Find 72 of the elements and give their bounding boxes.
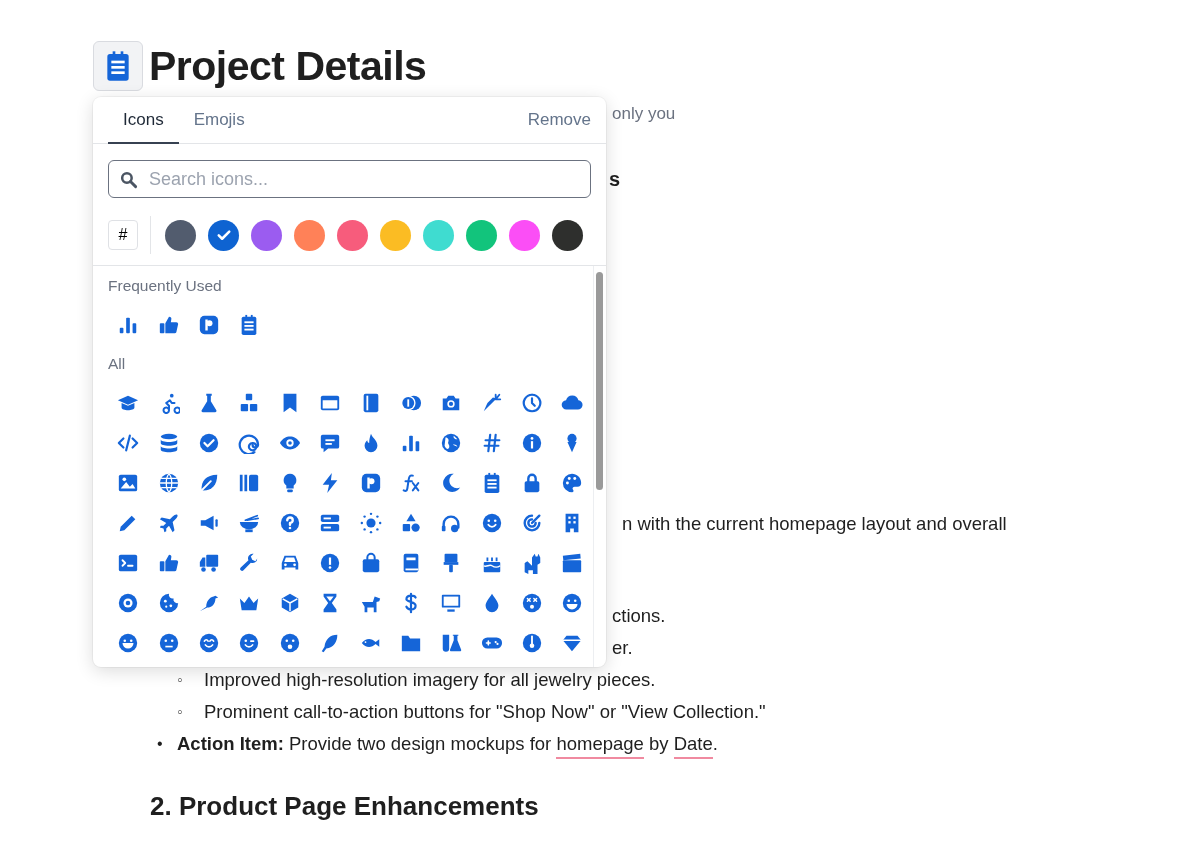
color-swatch[interactable]: [380, 219, 411, 251]
surprised-face-icon[interactable]: [278, 632, 301, 654]
clapperboard-icon[interactable]: [561, 552, 584, 574]
noodle-bowl-icon[interactable]: [238, 512, 261, 534]
search-field[interactable]: Search icons...: [108, 160, 591, 198]
disc-icon[interactable]: [117, 592, 140, 614]
exclamation-icon[interactable]: [319, 552, 342, 574]
body-text: er.: [612, 637, 633, 658]
scrollbar-thumb[interactable]: [596, 272, 604, 490]
dizzy-face-icon[interactable]: [521, 592, 544, 614]
body-text: n with the current homepage layout and overall: [622, 513, 1007, 534]
picker-tab[interactable]: Emojis: [178, 97, 260, 144]
globe-icon[interactable]: [440, 432, 463, 454]
body-text: ctions.: [612, 605, 666, 626]
clock-icon[interactable]: [521, 392, 544, 414]
book-spines-icon[interactable]: [238, 472, 261, 494]
thumbs-up-icon[interactable]: [157, 552, 180, 574]
airplane-icon[interactable]: [157, 512, 180, 534]
headphones-icon[interactable]: [440, 512, 463, 534]
list-item-text: Prominent call-to-action buttons for "Shop Now" or "View Collection.": [204, 700, 766, 724]
at-sign-icon[interactable]: [238, 432, 261, 454]
truck-icon[interactable]: [197, 552, 220, 574]
smiling-face-icon[interactable]: [197, 632, 220, 654]
action-item-text: Action Item: Provide two design mockups for homepage by Date.: [177, 728, 718, 760]
bullet-marker: ◦: [177, 670, 184, 690]
target-icon[interactable]: [521, 512, 544, 534]
monitor-icon[interactable]: [440, 592, 463, 614]
parking-sign-icon[interactable]: [359, 472, 382, 494]
section-label: All: [108, 355, 126, 372]
search-icon: [119, 170, 138, 189]
color-swatch[interactable]: [509, 219, 540, 251]
color-swatch[interactable]: [208, 219, 239, 251]
info-icon[interactable]: [521, 432, 544, 454]
color-swatch[interactable]: [552, 219, 583, 251]
color-swatch[interactable]: [294, 219, 325, 251]
remove-button[interactable]: Remove: [527, 97, 591, 143]
globe-grid-icon[interactable]: [157, 472, 180, 494]
section-heading: s: [609, 168, 621, 190]
cookie-icon[interactable]: [157, 592, 180, 614]
sun-icon[interactable]: [359, 512, 382, 534]
page-icon-button[interactable]: [93, 41, 143, 91]
list-item-text: Improved high-resolution imagery for all jewelry pieces.: [204, 668, 656, 692]
terminal-icon[interactable]: [117, 552, 140, 574]
color-swatch[interactable]: [466, 219, 497, 251]
parking-sign-icon[interactable]: [197, 314, 220, 336]
picker-tab[interactable]: Icons: [108, 97, 179, 144]
test-tubes-icon[interactable]: [440, 632, 463, 654]
neutral-face-icon[interactable]: [157, 632, 180, 654]
bullet-marker: •: [156, 734, 164, 754]
code-icon[interactable]: [117, 432, 140, 454]
page-title: Project Details: [149, 42, 427, 90]
thumbs-up-icon[interactable]: [157, 314, 180, 336]
image-icon[interactable]: [117, 472, 140, 494]
bullet-marker: ◦: [177, 702, 184, 722]
color-swatch[interactable]: [251, 219, 282, 251]
section-label: Frequently Used: [108, 277, 222, 294]
custom-color-button[interactable]: #: [108, 220, 138, 250]
winking-face-icon[interactable]: [238, 632, 261, 654]
server-icon[interactable]: [319, 512, 342, 534]
grin-face-icon[interactable]: [561, 592, 584, 614]
gauge-icon[interactable]: [521, 632, 544, 654]
section-heading: 2. Product Page Enhancements: [150, 790, 540, 823]
color-swatch[interactable]: [165, 219, 196, 251]
palette-icon[interactable]: [561, 472, 584, 494]
smiley-icon[interactable]: [480, 512, 503, 534]
page-subtitle: only you: [612, 104, 676, 123]
color-swatch[interactable]: [423, 219, 454, 251]
check-circle-icon[interactable]: [197, 432, 220, 454]
laughing-face-icon[interactable]: [117, 632, 140, 654]
question-icon[interactable]: [278, 512, 301, 534]
speech-bubble-icon[interactable]: [319, 432, 342, 454]
color-swatch[interactable]: [337, 219, 368, 251]
